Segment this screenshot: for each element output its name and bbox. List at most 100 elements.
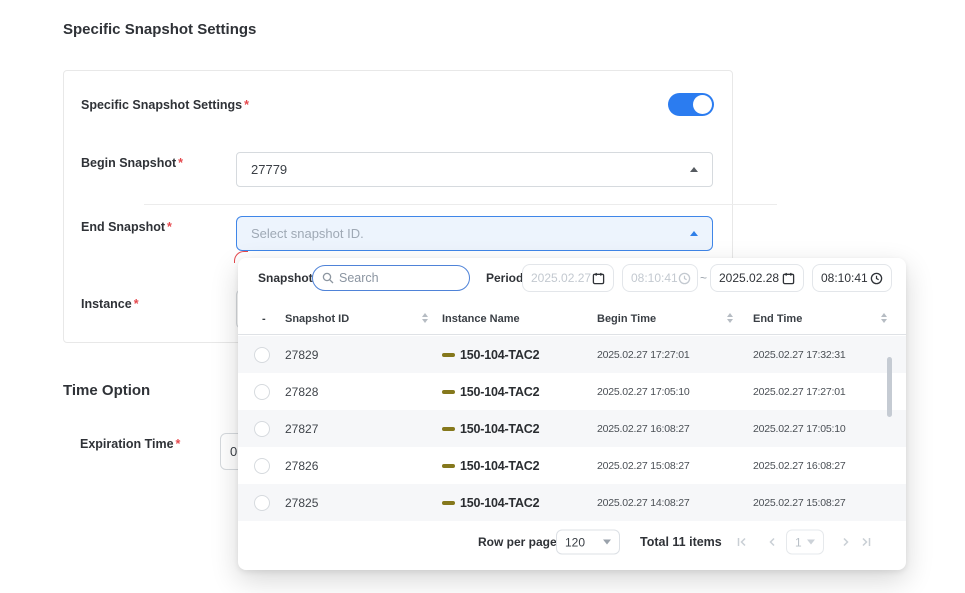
cell-end-time: 2025.02.27 17:27:01 [753, 386, 846, 398]
col-select: - [262, 313, 266, 325]
radio-button[interactable] [254, 384, 270, 400]
cell-begin-time: 2025.02.27 14:08:27 [597, 497, 690, 509]
end-snapshot-label: End Snapshot* [81, 220, 172, 234]
clock-icon [678, 272, 691, 285]
divider [144, 204, 777, 205]
page: Specific Snapshot Settings Specific Snap… [0, 0, 965, 593]
dropdown-filter-row: Snapshot ID Search Period 2025.02.27 08:… [238, 263, 906, 293]
total-items-text: Total 11 items [640, 535, 722, 549]
instance-icon [442, 501, 455, 505]
cell-end-time: 2025.02.27 15:08:27 [753, 497, 846, 509]
cell-begin-time: 2025.02.27 17:27:01 [597, 349, 690, 361]
period-end-date-input[interactable]: 2025.02.28 [710, 264, 804, 292]
end-snapshot-select[interactable]: Select snapshot ID. [236, 216, 713, 251]
expiration-time-value: 0 [230, 444, 237, 459]
time-option-title: Time Option [63, 382, 150, 399]
period-separator: ~ [700, 271, 707, 285]
end-date-value: 2025.02.28 [719, 271, 779, 285]
table-row[interactable]: 27828 150-104-TAC2 2025.02.27 17:05:10 2… [238, 373, 906, 410]
row-per-page-select[interactable]: 120 [556, 530, 620, 555]
period-begin-time-input[interactable]: 08:10:41 [622, 264, 698, 292]
clock-icon [870, 272, 883, 285]
search-icon [322, 272, 334, 284]
page-number-select[interactable]: 1 [786, 530, 824, 555]
required-mark: * [134, 297, 139, 311]
last-page-icon[interactable] [860, 536, 872, 548]
caret-up-icon [690, 167, 698, 172]
begin-date-value: 2025.02.27 [531, 271, 591, 285]
end-time-value: 08:10:41 [821, 271, 868, 285]
table-header: - Snapshot ID Instance Name Begin Time E… [238, 305, 906, 335]
row-per-page-value: 120 [565, 535, 585, 549]
radio-button[interactable] [254, 347, 270, 363]
instance-icon [442, 427, 455, 431]
cell-snapshot-id: 27825 [285, 496, 318, 510]
cell-instance: 150-104-TAC2 [442, 459, 539, 473]
prev-page-icon[interactable] [766, 536, 778, 548]
required-mark: * [178, 156, 183, 170]
table-row[interactable]: 27827 150-104-TAC2 2025.02.27 16:08:27 2… [238, 410, 906, 447]
instance-label: Instance* [81, 297, 139, 311]
calendar-icon [592, 272, 605, 285]
table-row[interactable]: 27829 150-104-TAC2 2025.02.27 17:27:01 2… [238, 336, 906, 373]
instance-name: 150-104-TAC2 [460, 496, 539, 510]
instance-icon [442, 390, 455, 394]
cell-end-time: 2025.02.27 17:05:10 [753, 423, 846, 435]
instance-name: 150-104-TAC2 [460, 348, 539, 362]
end-snapshot-placeholder: Select snapshot ID. [251, 226, 690, 241]
cell-snapshot-id: 27826 [285, 459, 318, 473]
radio-button[interactable] [254, 495, 270, 511]
table-body: 27829 150-104-TAC2 2025.02.27 17:27:01 2… [238, 336, 906, 521]
cell-begin-time: 2025.02.27 15:08:27 [597, 460, 690, 472]
toggle-row-label: Specific Snapshot Settings* [81, 98, 249, 112]
required-mark: * [176, 437, 181, 451]
cell-instance: 150-104-TAC2 [442, 348, 539, 362]
table-row[interactable]: 27825 150-104-TAC2 2025.02.27 14:08:27 2… [238, 484, 906, 521]
scrollbar[interactable] [887, 357, 892, 417]
instance-name: 150-104-TAC2 [460, 459, 539, 473]
begin-snapshot-select[interactable]: 27779 [236, 152, 713, 187]
col-instance-name: Instance Name [442, 313, 520, 325]
col-begin-time: Begin Time [597, 313, 656, 325]
toggle-knob [693, 95, 712, 114]
page-number-value: 1 [795, 535, 802, 549]
cell-snapshot-id: 27828 [285, 385, 318, 399]
cell-snapshot-id: 27827 [285, 422, 318, 436]
period-begin-date-input[interactable]: 2025.02.27 [522, 264, 614, 292]
snapshot-search-input[interactable]: Search [312, 265, 470, 291]
period-end-time-input[interactable]: 08:10:41 [812, 264, 892, 292]
section-title: Specific Snapshot Settings [63, 21, 256, 38]
cell-begin-time: 2025.02.27 17:05:10 [597, 386, 690, 398]
search-placeholder: Search [339, 271, 379, 285]
cell-instance: 150-104-TAC2 [442, 422, 539, 436]
cell-begin-time: 2025.02.27 16:08:27 [597, 423, 690, 435]
radio-button[interactable] [254, 421, 270, 437]
instance-name: 150-104-TAC2 [460, 385, 539, 399]
sort-icon[interactable] [881, 313, 887, 323]
begin-snapshot-label: Begin Snapshot* [81, 156, 183, 170]
specific-snapshot-toggle[interactable] [668, 93, 714, 116]
table-row[interactable]: 27826 150-104-TAC2 2025.02.27 15:08:27 2… [238, 447, 906, 484]
begin-time-value: 08:10:41 [631, 271, 678, 285]
calendar-icon [782, 272, 795, 285]
cell-end-time: 2025.02.27 17:32:31 [753, 349, 846, 361]
sort-icon[interactable] [727, 313, 733, 323]
col-end-time: End Time [753, 313, 802, 325]
instance-name: 150-104-TAC2 [460, 422, 539, 436]
next-page-icon[interactable] [840, 536, 852, 548]
caret-up-icon [690, 231, 698, 236]
cell-end-time: 2025.02.27 16:08:27 [753, 460, 846, 472]
table-footer: Row per page 120 Total 11 items 1 [238, 525, 906, 559]
instance-icon [442, 353, 455, 357]
cell-instance: 150-104-TAC2 [442, 496, 539, 510]
required-mark: * [244, 98, 249, 112]
period-filter-label: Period [486, 271, 523, 285]
instance-icon [442, 464, 455, 468]
caret-down-icon [603, 540, 611, 545]
col-snapshot-id: Snapshot ID [285, 313, 349, 325]
sort-icon[interactable] [422, 313, 428, 323]
required-mark: * [167, 220, 172, 234]
first-page-icon[interactable] [736, 536, 748, 548]
radio-button[interactable] [254, 458, 270, 474]
row-per-page-label: Row per page [478, 535, 557, 549]
